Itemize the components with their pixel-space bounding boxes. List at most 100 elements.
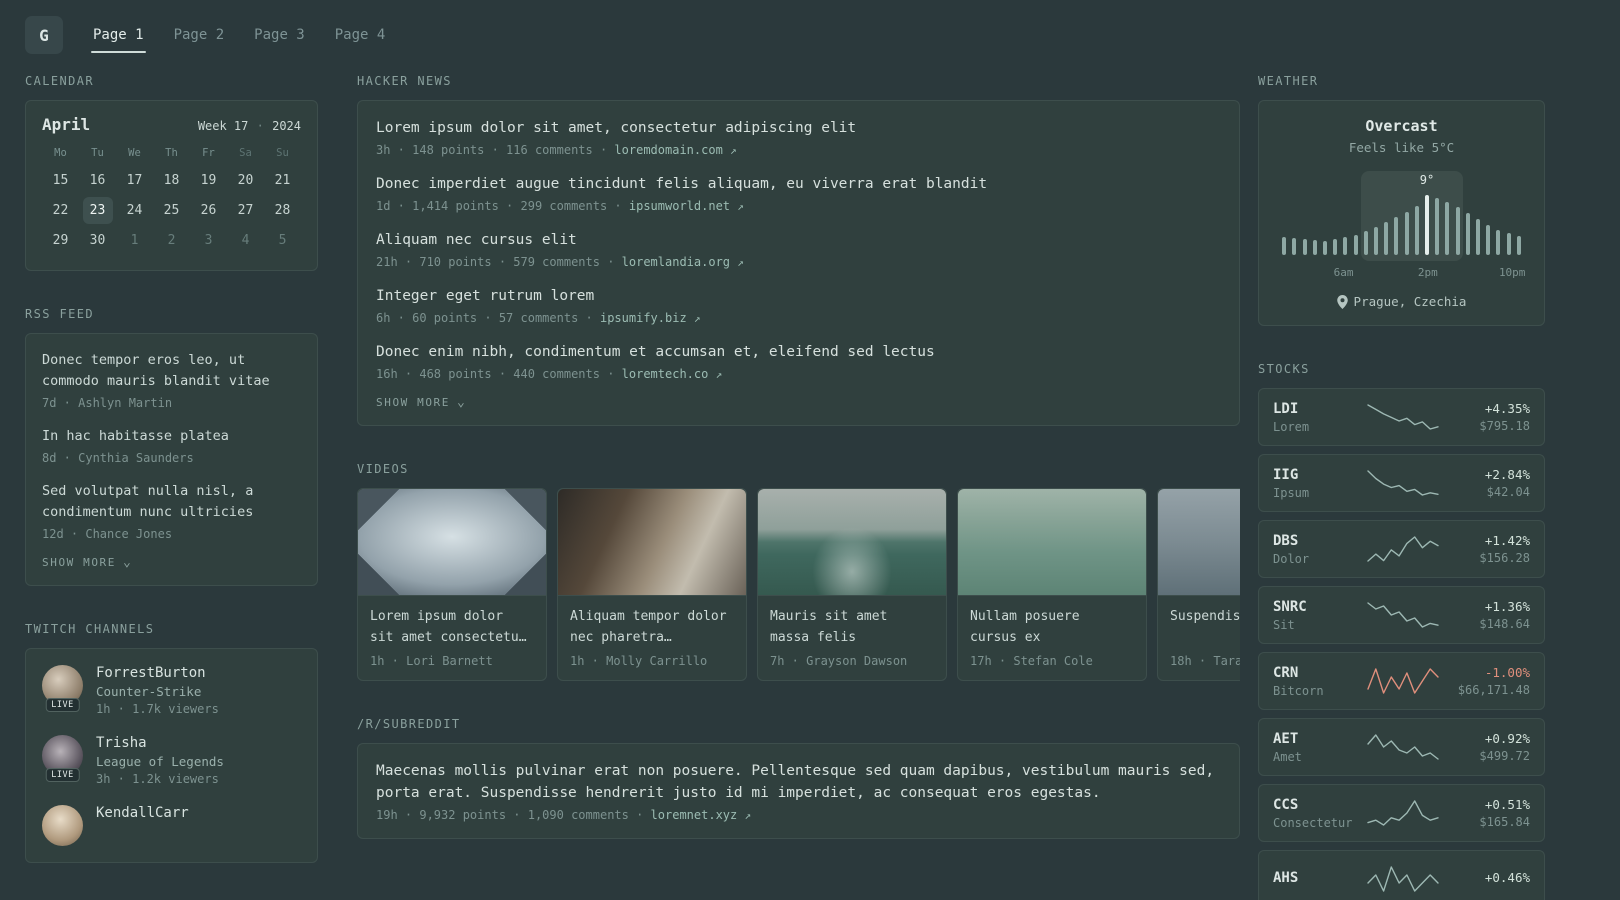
calendar-day: 15 xyxy=(52,173,69,188)
hn-item-title[interactable]: Integer eget rutrum lorem xyxy=(376,285,1221,307)
twitch-channel-name[interactable]: KendallCarr xyxy=(96,805,189,821)
hn-item-title[interactable]: Donec imperdiet augue tincidunt felis al… xyxy=(376,173,1221,195)
video-title[interactable]: Mauris sit amet massa felis xyxy=(770,606,934,648)
weather-temp-bar xyxy=(1302,239,1307,255)
hn-meta-text: 21h · 710 points · 579 comments · xyxy=(376,255,615,269)
video-card[interactable]: Aliquam tempor dolor nec pharetra… 1h · … xyxy=(557,488,747,681)
weather-feels-like: Feels like 5°C xyxy=(1348,140,1455,155)
app-logo[interactable]: G xyxy=(25,16,63,54)
calendar-day: 16 xyxy=(89,173,106,188)
twitch-widget: TWITCH CHANNELS LIVE ForrestBurton Count… xyxy=(25,622,318,863)
rss-item-title[interactable]: Sed volutpat nulla nisl, a condimentum n… xyxy=(42,481,301,523)
hn-item: Donec enim nibh, condimentum et accumsan… xyxy=(376,341,1221,381)
video-thumbnail[interactable] xyxy=(558,489,746,596)
rss-widget: RSS FEED Donec tempor eros leo, ut commo… xyxy=(25,307,318,586)
twitch-channel[interactable]: KendallCarr xyxy=(42,805,301,846)
hn-meta-text: 3h · 148 points · 116 comments · xyxy=(376,143,608,157)
video-thumbnail[interactable] xyxy=(1158,489,1240,596)
subreddit-card: Maecenas mollis pulvinar erat non posuer… xyxy=(357,743,1240,839)
tab-page-4[interactable]: Page 4 xyxy=(333,17,388,53)
twitch-channel-name[interactable]: ForrestBurton xyxy=(96,665,219,681)
stock-ticker: CCS xyxy=(1273,796,1299,813)
twitch-channel-name[interactable]: Trisha xyxy=(96,735,224,751)
hn-meta-text: 6h · 60 points · 57 comments · xyxy=(376,311,593,325)
external-link-icon: ↗ xyxy=(730,144,737,157)
video-title[interactable]: Nullam posuere cursus ex xyxy=(970,606,1134,648)
stock-row[interactable]: CRN Bitcorn -1.00% $66,171.48 xyxy=(1258,652,1545,710)
weather-temp-bar xyxy=(1292,238,1297,255)
stock-ticker: IIG xyxy=(1273,466,1299,483)
twitch-channel[interactable]: LIVE ForrestBurton Counter-Strike 1h · 1… xyxy=(42,665,301,716)
hn-item-title[interactable]: Donec enim nibh, condimentum et accumsan… xyxy=(376,341,1221,363)
calendar-day-next-month: 2 xyxy=(167,233,176,248)
stock-row[interactable]: AET Amet +0.92% $499.72 xyxy=(1258,718,1545,776)
rss-item-title[interactable]: In hac habitasse platea xyxy=(42,426,301,447)
hn-item-title[interactable]: Lorem ipsum dolor sit amet, consectetur … xyxy=(376,117,1221,139)
left-column: CALENDAR April Week 17 · 2024 Mo Tu We T… xyxy=(25,74,318,863)
calendar-day: 19 xyxy=(200,173,217,188)
stock-row[interactable]: LDI Lorem +4.35% $795.18 xyxy=(1258,388,1545,446)
separator-dot: · xyxy=(256,119,264,133)
hn-meta-text: 16h · 468 points · 440 comments · xyxy=(376,367,615,381)
stock-change: +1.36% xyxy=(1484,599,1530,614)
tab-page-3[interactable]: Page 3 xyxy=(252,17,307,53)
stock-ticker: LDI xyxy=(1273,400,1299,417)
weather-temp-bar xyxy=(1506,233,1511,255)
stock-change: +0.51% xyxy=(1484,797,1530,812)
stock-row[interactable]: DBS Dolor +1.42% $156.28 xyxy=(1258,520,1545,578)
stock-row[interactable]: CCS Consectetur +0.51% $165.84 xyxy=(1258,784,1545,842)
calendar-day: 24 xyxy=(126,203,143,218)
twitch-channel[interactable]: LIVE Trisha League of Legends 3h · 1.2k … xyxy=(42,735,301,786)
video-card[interactable]: Suspendisse diam 18h · Tara xyxy=(1157,488,1240,681)
hn-domain-link[interactable]: loremdomain.com xyxy=(614,143,722,157)
hn-item-title[interactable]: Aliquam nec cursus elit xyxy=(376,229,1221,251)
stock-change: +4.35% xyxy=(1484,401,1530,416)
rss-item-title[interactable]: Donec tempor eros leo, ut commodo mauris… xyxy=(42,350,301,392)
hn-domain-link[interactable]: ipsumworld.net xyxy=(629,199,730,213)
tab-page-2[interactable]: Page 2 xyxy=(172,17,227,53)
weekday-label: Sa xyxy=(239,147,252,159)
twitch-channel-meta: 1h · 1.7k viewers xyxy=(96,702,219,716)
weather-temp-bar xyxy=(1486,225,1491,255)
widget-header-videos: VIDEOS xyxy=(357,462,409,476)
calendar-day: 22 xyxy=(52,203,69,218)
stock-name: Lorem xyxy=(1273,419,1310,434)
stock-row[interactable]: IIG Ipsum +2.84% $42.04 xyxy=(1258,454,1545,512)
hn-domain-link[interactable]: loremlandia.org xyxy=(622,255,730,269)
widget-header-rss: RSS FEED xyxy=(25,307,94,321)
video-card[interactable]: Mauris sit amet massa felis 7h · Grayson… xyxy=(757,488,947,681)
subreddit-post-title[interactable]: Maecenas mollis pulvinar erat non posuer… xyxy=(376,760,1221,804)
video-meta: 1h · Molly Carrillo xyxy=(570,654,708,668)
rss-show-more-button[interactable]: SHOW MORE ⌄ xyxy=(42,554,301,570)
stock-name: Consectetur xyxy=(1273,815,1353,830)
calendar-week-label: Week 17 · 2024 xyxy=(198,119,301,133)
weather-temp-bar xyxy=(1516,235,1521,255)
subreddit-domain-link[interactable]: loremnet.xyz xyxy=(651,808,738,822)
avatar: LIVE xyxy=(42,735,83,782)
video-thumbnail[interactable] xyxy=(358,489,546,596)
hn-item-meta: 6h · 60 points · 57 comments · ipsumify.… xyxy=(376,311,1221,325)
video-thumbnail[interactable] xyxy=(758,489,946,596)
weather-temp-bar xyxy=(1312,240,1317,255)
video-card[interactable]: Nullam posuere cursus ex 17h · Stefan Co… xyxy=(957,488,1147,681)
stock-row[interactable]: SNRC Sit +1.36% $148.64 xyxy=(1258,586,1545,644)
hacker-news-widget: HACKER NEWS Lorem ipsum dolor sit amet, … xyxy=(357,74,1240,426)
stock-row[interactable]: AHS +0.46% xyxy=(1258,850,1545,900)
video-card[interactable]: Lorem ipsum dolor sit amet consectetu… 1… xyxy=(357,488,547,681)
stock-change: +2.84% xyxy=(1484,467,1530,482)
subreddit-post: Maecenas mollis pulvinar erat non posuer… xyxy=(376,760,1221,822)
video-title[interactable]: Aliquam tempor dolor nec pharetra… xyxy=(570,606,734,648)
hn-domain-link[interactable]: ipsumify.biz xyxy=(600,311,687,325)
tab-page-1[interactable]: Page 1 xyxy=(91,17,146,53)
chevron-down-icon: ⌄ xyxy=(123,554,133,570)
video-title[interactable]: Lorem ipsum dolor sit amet consectetu… xyxy=(370,606,534,648)
hn-meta-text: 1d · 1,414 points · 299 comments · xyxy=(376,199,622,213)
weather-widget: WEATHER Overcast Feels like 5°C 9° 6am 2p… xyxy=(1258,74,1545,326)
hn-show-more-button[interactable]: SHOW MORE ⌄ xyxy=(376,396,1221,410)
hacker-news-card: Lorem ipsum dolor sit amet, consectetur … xyxy=(357,100,1240,426)
video-thumbnail[interactable] xyxy=(958,489,1146,596)
show-more-label: SHOW MORE xyxy=(42,556,117,569)
calendar-day: 18 xyxy=(163,173,180,188)
video-title[interactable]: Suspendisse diam xyxy=(1170,606,1240,648)
hn-domain-link[interactable]: loremtech.co xyxy=(622,367,709,381)
